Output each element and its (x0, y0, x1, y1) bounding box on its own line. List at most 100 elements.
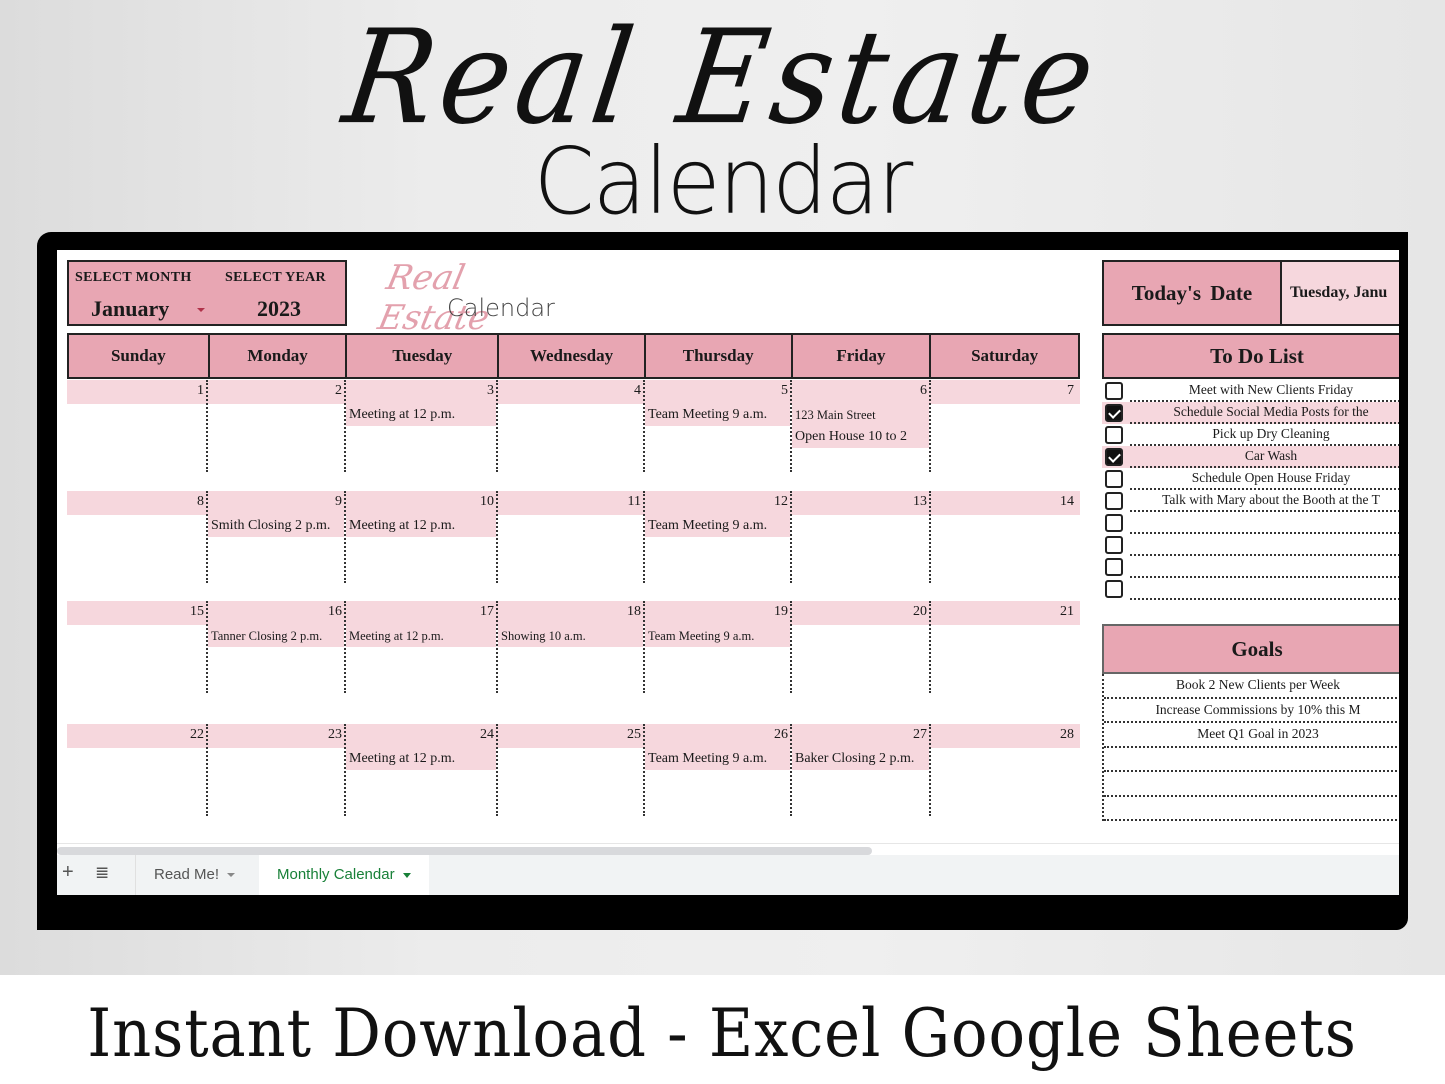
checkbox-icon[interactable] (1105, 558, 1123, 576)
goal-item[interactable] (1104, 772, 1399, 797)
day-number: 9 (335, 494, 342, 509)
month-dropdown[interactable]: January (91, 296, 169, 322)
calendar-event[interactable]: 123 Main Street (792, 404, 929, 426)
checkbox-icon[interactable] (1105, 536, 1123, 554)
todo-text[interactable]: Schedule Social Media Posts for the (1130, 402, 1399, 424)
todo-text[interactable]: Meet with New Clients Friday (1130, 380, 1399, 402)
day-cell[interactable]: 25 (498, 724, 645, 816)
year-field[interactable]: 2023 (257, 296, 301, 322)
todo-text[interactable]: Talk with Mary about the Booth at the T (1130, 490, 1399, 512)
checkbox-icon[interactable] (1105, 426, 1123, 444)
todo-item (1102, 512, 1399, 534)
scrollbar-thumb[interactable] (57, 847, 872, 855)
day-cell[interactable]: 5 Team Meeting 9 a.m. (645, 380, 792, 472)
todo-item (1102, 534, 1399, 556)
todo-text[interactable] (1130, 534, 1399, 556)
caret-down-icon[interactable] (227, 873, 236, 878)
day-cell[interactable]: 21 (931, 601, 1078, 693)
todo-header: To Do List (1102, 333, 1399, 379)
tab-label: Monthly Calendar (277, 866, 395, 883)
tab-monthly-calendar[interactable]: Monthly Calendar (259, 855, 429, 895)
all-sheets-menu-icon[interactable]: ≣ (95, 863, 109, 883)
todays-date-value: Tuesday, Janu (1282, 262, 1399, 324)
logo-sub: Calendar (447, 294, 555, 322)
day-cell[interactable]: 3 Meeting at 12 p.m. (346, 380, 498, 472)
chevron-down-icon[interactable] (197, 308, 205, 312)
day-cell[interactable]: 12 Team Meeting 9 a.m. (645, 491, 792, 583)
day-cell[interactable]: 27 Baker Closing 2 p.m. (792, 724, 931, 816)
goal-item[interactable] (1104, 748, 1399, 772)
calendar-event[interactable]: Team Meeting 9 a.m. (645, 404, 790, 426)
horizontal-scrollbar[interactable] (57, 843, 1399, 855)
todo-text[interactable]: Schedule Open House Friday (1130, 468, 1399, 490)
sheet-tab-bar: + ≣ Read Me! Monthly Calendar (57, 855, 1399, 895)
checkbox-checked-icon[interactable] (1105, 404, 1123, 422)
day-header-wednesday: Wednesday (499, 335, 646, 377)
day-cell[interactable]: 24 Meeting at 12 p.m. (346, 724, 498, 816)
caret-down-icon[interactable] (402, 872, 411, 878)
calendar-event[interactable]: Team Meeting 9 a.m. (645, 515, 790, 537)
goal-item[interactable]: Meet Q1 Goal in 2023 (1104, 723, 1399, 748)
day-cell[interactable]: 6 123 Main Street Open House 10 to 2 (792, 380, 931, 472)
day-number: 24 (480, 727, 494, 742)
calendar-event[interactable]: Tanner Closing 2 p.m. (208, 625, 344, 647)
todo-item: Meet with New Clients Friday (1102, 380, 1399, 402)
day-number: 1 (197, 383, 204, 398)
day-cell[interactable]: 28 (931, 724, 1078, 816)
todo-text[interactable] (1130, 556, 1399, 578)
checkbox-checked-icon[interactable] (1105, 448, 1123, 466)
todo-text[interactable] (1130, 578, 1399, 600)
day-cell[interactable]: 22 (67, 724, 208, 816)
day-cell[interactable]: 2 (208, 380, 346, 472)
day-cell[interactable]: 26 Team Meeting 9 a.m. (645, 724, 792, 816)
calendar-event[interactable]: Meeting at 12 p.m. (346, 625, 496, 647)
day-cell[interactable]: 1 (67, 380, 208, 472)
logo: Real Estate Calendar (374, 256, 559, 338)
select-month-label: SELECT MONTH (75, 270, 192, 285)
day-cell[interactable]: 7 (931, 380, 1078, 472)
goal-item[interactable] (1104, 797, 1399, 821)
goal-item[interactable]: Book 2 New Clients per Week (1104, 674, 1399, 699)
banner-text: Instant Download - Excel Google Sheets (87, 995, 1358, 1072)
todo-text[interactable]: Car Wash (1130, 446, 1399, 468)
day-cell[interactable]: 23 (208, 724, 346, 816)
calendar-event[interactable]: Smith Closing 2 p.m. (208, 515, 344, 537)
day-cell[interactable]: 10 Meeting at 12 p.m. (346, 491, 498, 583)
goal-item[interactable]: Increase Commissions by 10% this M (1104, 699, 1399, 723)
checkbox-icon[interactable] (1105, 492, 1123, 510)
calendar-event[interactable]: Meeting at 12 p.m. (346, 404, 496, 426)
tab-read-me[interactable]: Read Me! (135, 855, 253, 895)
day-cell[interactable]: 13 (792, 491, 931, 583)
day-cell[interactable]: 17 Meeting at 12 p.m. (346, 601, 498, 693)
add-sheet-icon[interactable]: + (62, 861, 74, 884)
checkbox-icon[interactable] (1105, 470, 1123, 488)
checkbox-icon[interactable] (1105, 382, 1123, 400)
day-number: 28 (1060, 727, 1074, 742)
day-number: 7 (1067, 383, 1074, 398)
day-cell[interactable]: 4 (498, 380, 645, 472)
todo-item: Car Wash (1102, 446, 1399, 468)
day-cell[interactable]: 14 (931, 491, 1078, 583)
day-cell[interactable]: 16 Tanner Closing 2 p.m. (208, 601, 346, 693)
day-cell[interactable]: 11 (498, 491, 645, 583)
todo-text[interactable]: Pick up Dry Cleaning (1130, 424, 1399, 446)
todo-item (1102, 578, 1399, 600)
day-cell[interactable]: 9 Smith Closing 2 p.m. (208, 491, 346, 583)
checkbox-icon[interactable] (1105, 580, 1123, 598)
day-cell[interactable]: 8 (67, 491, 208, 583)
calendar-event[interactable]: Meeting at 12 p.m. (346, 748, 496, 770)
todo-text[interactable] (1130, 512, 1399, 534)
calendar-event[interactable]: Team Meeting 9 a.m. (645, 748, 790, 770)
day-cell[interactable]: 15 (67, 601, 208, 693)
checkbox-icon[interactable] (1105, 514, 1123, 532)
calendar-event[interactable]: Baker Closing 2 p.m. (792, 748, 929, 770)
day-cell[interactable]: 20 (792, 601, 931, 693)
calendar-event[interactable]: Team Meeting 9 a.m. (645, 625, 790, 647)
day-number: 17 (480, 604, 494, 619)
day-cell[interactable]: 18 Showing 10 a.m. (498, 601, 645, 693)
day-cell[interactable]: 19 Team Meeting 9 a.m. (645, 601, 792, 693)
calendar-event[interactable]: Meeting at 12 p.m. (346, 515, 496, 537)
calendar-event[interactable]: Open House 10 to 2 (792, 426, 929, 448)
day-number: 23 (328, 727, 342, 742)
calendar-event[interactable]: Showing 10 a.m. (498, 625, 643, 647)
